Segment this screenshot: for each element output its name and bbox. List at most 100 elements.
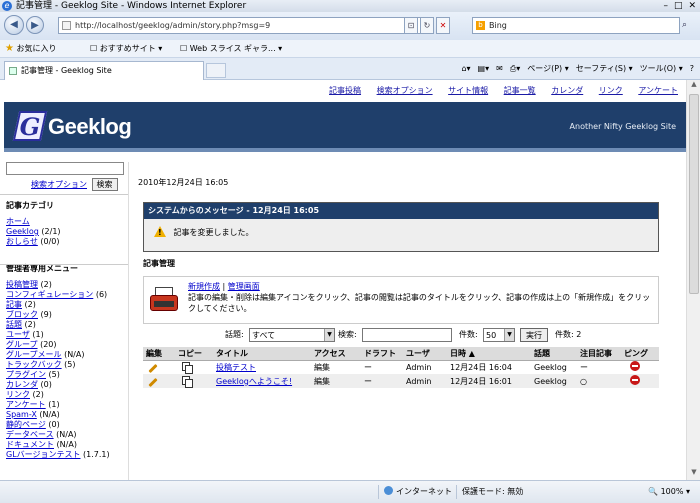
create-new-link[interactable]: 新規作成 — [188, 282, 220, 291]
back-button[interactable]: ◀ — [4, 15, 24, 35]
nav-link-polls[interactable]: アンケート — [638, 86, 678, 95]
sidebar-search-button[interactable]: 検索 — [91, 178, 118, 191]
admin-menu-link[interactable]: 投稿管理 — [6, 280, 38, 289]
col-draft[interactable]: ドラフト — [361, 347, 403, 361]
admin-menu-link[interactable]: GLバージョンテスト — [6, 450, 81, 459]
admin-menu-link[interactable]: ユーザ — [6, 330, 30, 339]
admin-menu-link[interactable]: データベース — [6, 430, 54, 439]
tab-story-admin[interactable]: 記事管理 - Geeklog Site — [4, 61, 204, 80]
search-options-link[interactable]: 検索オプション — [31, 180, 87, 189]
run-filter-button[interactable]: 実行 — [520, 328, 548, 342]
search-go-icon[interactable]: ⌕ — [682, 20, 687, 30]
admin-menu-link[interactable]: トラックバック — [6, 360, 62, 369]
col-featured[interactable]: 注目記事 — [577, 347, 621, 361]
tools-menu[interactable]: ツール(O) ▾ — [640, 62, 683, 76]
admin-menu-link[interactable]: ブロック — [6, 310, 38, 319]
admin-menu-link[interactable]: 静的ページ — [6, 420, 46, 429]
favorites-button[interactable]: ★ お気に入り — [5, 40, 57, 58]
col-topic[interactable]: 話題 — [531, 347, 577, 361]
story-admin-links: 新規作成 | 管理画面 — [188, 281, 260, 292]
suggested-sites-button[interactable]: ☐ おすすめサイト ▾ — [90, 40, 162, 58]
admin-menu-link[interactable]: 記事 — [6, 300, 22, 309]
nav-link-links[interactable]: リンク — [599, 86, 623, 95]
sidebar-search-input[interactable] — [6, 162, 124, 175]
topic-cell: Geeklog — [531, 360, 577, 374]
admin-menu-count: (1) — [48, 400, 60, 409]
admin-menu-link[interactable]: 話題 — [6, 320, 22, 329]
page-menu[interactable]: ページ(P) ▾ — [527, 62, 568, 76]
ping-cell — [621, 374, 659, 388]
admin-home-link[interactable]: 管理画面 — [228, 282, 260, 291]
story-title-link[interactable]: 投稿テスト — [216, 363, 256, 372]
ping-icon[interactable] — [630, 361, 640, 372]
bing-icon: b — [476, 21, 485, 30]
count-select[interactable]: 50 ▼ — [483, 328, 515, 342]
webslice-gallery-label: Web スライス ギャラ... ▾ — [189, 44, 283, 53]
category-link-geeklog[interactable]: Geeklog — [6, 227, 39, 236]
close-window-button[interactable]: ✕ — [688, 0, 696, 12]
category-link-home[interactable]: ホーム — [6, 217, 30, 226]
home-icon[interactable]: ⌂▾ — [461, 62, 470, 76]
ping-icon[interactable] — [630, 375, 640, 385]
print-icon[interactable]: ⎙▾ — [510, 62, 520, 76]
nav-link-search-options[interactable]: 検索オプション — [377, 86, 433, 95]
left-sidebar: 検索オプション 検索 記事カテゴリ ホーム Geeklog (2/1) おしらせ… — [0, 162, 128, 480]
category-item: ホーム — [6, 217, 128, 227]
pencil-edit-icon[interactable] — [148, 363, 158, 373]
copy-cell — [175, 374, 213, 388]
feeds-icon[interactable]: ▤▾ — [478, 62, 490, 76]
col-access[interactable]: アクセス — [311, 347, 361, 361]
nav-link-site-info[interactable]: サイト情報 — [448, 86, 488, 95]
forward-button[interactable]: ▶ — [26, 16, 44, 34]
scroll-down-icon[interactable]: ▼ — [687, 468, 700, 480]
favorites-label: お気に入り — [16, 44, 57, 53]
vertical-scrollbar[interactable]: ▲ ▼ — [686, 80, 700, 480]
webslice-gallery-button[interactable]: ☐ Web スライス ギャラ... ▾ — [180, 40, 282, 58]
nav-link-directory[interactable]: 記事一覧 — [504, 86, 536, 95]
admin-menu-link[interactable]: アンケート — [6, 400, 46, 409]
refresh-icon: ↻ — [423, 21, 431, 30]
minimize-button[interactable]: – — [663, 0, 668, 12]
site-top-nav: 記事投稿 検索オプション サイト情報 記事一覧 カレンダ リンク アンケート — [0, 83, 686, 99]
url-input[interactable]: http://localhost/geeklog/admin/story.php… — [58, 17, 434, 34]
search-box[interactable]: b Bing — [472, 17, 680, 34]
admin-menu-link[interactable]: コンフィギュレーション — [6, 290, 93, 299]
admin-menu-link[interactable]: プラグイン — [6, 370, 46, 379]
admin-menu-link[interactable]: グループメール — [6, 350, 62, 359]
admin-menu-item: Spam-X (N/A) — [6, 410, 128, 420]
col-title[interactable]: タイトル — [213, 347, 311, 361]
topic-select[interactable]: すべて ▼ — [249, 328, 335, 342]
col-date[interactable]: 日時 ▲ — [447, 347, 531, 361]
help-menu[interactable]: ? — [690, 62, 694, 76]
admin-menu-link[interactable]: ドキュメント — [6, 440, 54, 449]
admin-menu-link[interactable]: カレンダ — [6, 380, 38, 389]
story-title-link[interactable]: Geeklogへようこそ! — [216, 377, 292, 386]
safety-menu[interactable]: セーフティ(S) ▾ — [576, 62, 633, 76]
stop-button[interactable]: ✕ — [436, 17, 450, 34]
security-zone[interactable]: インターネット — [384, 481, 452, 503]
featured-cell: ○ — [577, 374, 621, 388]
category-link-news[interactable]: おしらせ — [6, 237, 38, 246]
admin-menu-link[interactable]: リンク — [6, 390, 30, 399]
nav-link-submit[interactable]: 記事投稿 — [329, 86, 361, 95]
maximize-button[interactable]: □ — [674, 0, 683, 12]
admin-menu-item: 静的ページ (0) — [6, 420, 128, 430]
story-search-input[interactable] — [362, 328, 452, 342]
refresh-button[interactable]: ↻ — [420, 17, 434, 34]
col-user[interactable]: ユーザ — [403, 347, 447, 361]
admin-menu-item: 投稿管理 (2) — [6, 280, 128, 290]
mail-icon[interactable]: ✉ — [496, 62, 503, 76]
scroll-thumb[interactable] — [689, 94, 699, 294]
compat-view-button[interactable]: ⊡ — [404, 17, 418, 34]
scroll-up-icon[interactable]: ▲ — [687, 80, 700, 92]
draft-cell: ー — [361, 374, 403, 388]
admin-menu-link[interactable]: グループ — [6, 340, 38, 349]
zoom-control[interactable]: 🔍 100% ▾ — [648, 481, 690, 503]
copy-icon[interactable] — [182, 375, 193, 388]
new-tab-button[interactable] — [206, 63, 226, 78]
admin-menu-link[interactable]: Spam-X — [6, 410, 37, 419]
copy-icon[interactable] — [182, 361, 193, 374]
nav-link-calendar[interactable]: カレンダ — [551, 86, 583, 95]
pencil-edit-icon[interactable] — [148, 377, 158, 387]
admin-menu-item: リンク (2) — [6, 390, 128, 400]
